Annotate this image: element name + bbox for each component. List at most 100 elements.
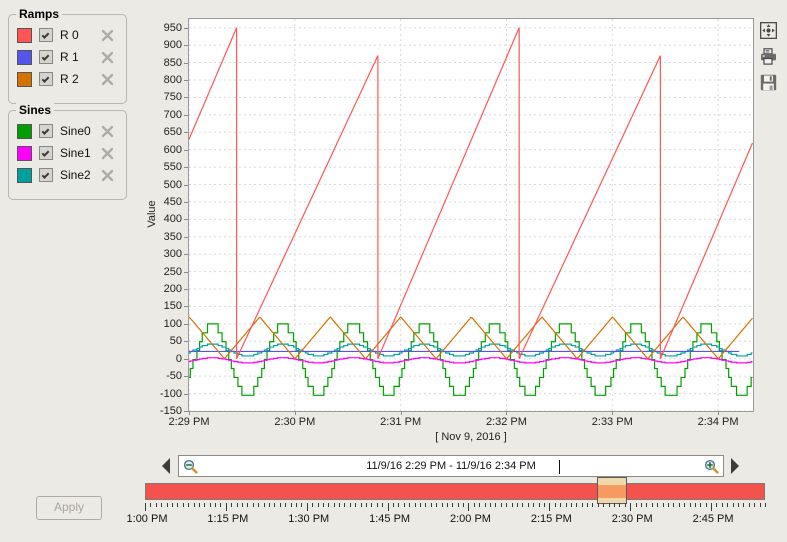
scrubber-minor-tick: [458, 503, 459, 507]
scrubber-minor-tick: [528, 503, 529, 507]
scrubber-minor-tick: [582, 503, 583, 507]
scrubber-minor-tick: [425, 503, 426, 507]
scrubber-minor-tick: [183, 503, 184, 507]
scrubber-minor-tick: [161, 503, 162, 507]
scrubber-minor-tick: [199, 503, 200, 507]
scrubber-minor-tick: [754, 503, 755, 507]
scrubber-minor-tick: [436, 503, 437, 507]
scrubber-minor-tick: [253, 503, 254, 507]
scrubber-minor-tick: [690, 503, 691, 507]
scrubber-minor-tick: [652, 503, 653, 507]
scrubber-tick-label: 2:30 PM: [612, 513, 653, 525]
scrubber-minor-tick: [156, 503, 157, 507]
scrubber-minor-tick: [377, 503, 378, 507]
scrubber-minor-tick: [485, 503, 486, 507]
scrubber-minor-tick: [555, 503, 556, 507]
scrubber-minor-tick: [512, 503, 513, 507]
scrubber-minor-tick: [328, 503, 329, 507]
scrubber-minor-tick: [393, 503, 394, 507]
scrubber-minor-tick: [641, 503, 642, 507]
scrubber-minor-tick: [560, 503, 561, 507]
scrubber-minor-tick: [204, 503, 205, 507]
scrubber-minor-tick: [663, 503, 664, 507]
scrubber-minor-tick: [566, 503, 567, 507]
scrubber-minor-tick: [733, 503, 734, 507]
scrubber-minor-tick: [188, 503, 189, 507]
scrubber-minor-tick: [301, 503, 302, 507]
scrubber-minor-tick: [231, 503, 232, 507]
scrubber-minor-tick: [614, 503, 615, 507]
scrubber-minor-tick: [598, 503, 599, 507]
scrubber-tick-label: 1:30 PM: [288, 513, 329, 525]
scrubber-minor-tick: [350, 503, 351, 507]
time-scrubber[interactable]: 1:00 PM1:15 PM1:30 PM1:45 PM2:00 PM2:15 …: [0, 0, 787, 542]
scrubber-minor-tick: [447, 503, 448, 507]
scrubber-minor-tick: [220, 503, 221, 507]
scrubber-minor-tick: [544, 503, 545, 507]
scrubber-minor-tick: [619, 503, 620, 507]
scrubber-minor-tick: [749, 503, 750, 507]
scrubber-minor-tick: [452, 503, 453, 507]
scrubber-minor-tick: [668, 503, 669, 507]
scrubber-minor-tick: [280, 503, 281, 507]
scrubber-minor-tick: [210, 503, 211, 507]
scrubber-minor-tick: [743, 503, 744, 507]
scrubber-minor-tick: [501, 503, 502, 507]
scrubber-minor-tick: [237, 503, 238, 507]
scrubber-minor-tick: [463, 503, 464, 507]
scrubber-minor-tick: [700, 503, 701, 507]
scrubber-minor-tick: [506, 503, 507, 507]
scrubber-minor-tick: [242, 503, 243, 507]
scrubber-minor-tick: [679, 503, 680, 507]
scrubber-minor-tick: [609, 503, 610, 507]
scrubber-minor-tick: [442, 503, 443, 507]
scrubber-minor-tick: [215, 503, 216, 507]
scrubber-minor-tick: [312, 503, 313, 507]
scrubber-minor-tick: [684, 503, 685, 507]
scrubber-minor-tick: [587, 503, 588, 507]
scrubber-minor-tick: [479, 503, 480, 507]
scrubber-minor-tick: [673, 503, 674, 507]
scrubber-minor-tick: [371, 503, 372, 507]
scrubber-minor-tick: [194, 503, 195, 507]
scrubber-minor-tick: [517, 503, 518, 507]
scrubber-minor-tick: [571, 503, 572, 507]
scrubber-minor-tick: [318, 503, 319, 507]
scrubber-minor-tick: [625, 503, 626, 507]
scrubber-tick-label: 2:15 PM: [531, 513, 572, 525]
scrubber-minor-tick: [576, 503, 577, 507]
scrubber-minor-tick: [167, 503, 168, 507]
scrubber-minor-tick: [382, 503, 383, 507]
scrubber-minor-tick: [495, 503, 496, 507]
scrubber-tick-label: 1:15 PM: [207, 513, 248, 525]
scrubber-minor-tick: [177, 503, 178, 507]
scrubber-minor-tick: [296, 503, 297, 507]
scrubber-major-tick: [468, 503, 469, 511]
scrubber-minor-tick: [646, 503, 647, 507]
scrubber-minor-tick: [727, 503, 728, 507]
scrubber-minor-tick: [150, 503, 151, 507]
scrubber-minor-tick: [355, 503, 356, 507]
scrubber-minor-tick: [409, 503, 410, 507]
scrubber-major-tick: [226, 503, 227, 511]
scrubber-minor-tick: [404, 503, 405, 507]
scrubber-minor-tick: [695, 503, 696, 507]
scrubber-major-tick: [630, 503, 631, 511]
scrubber-minor-tick: [474, 503, 475, 507]
scrubber-minor-tick: [344, 503, 345, 507]
scrubber-minor-tick: [636, 503, 637, 507]
scrubber-minor-tick: [291, 503, 292, 507]
scrubber-minor-tick: [366, 503, 367, 507]
scrubber-minor-tick: [431, 503, 432, 507]
scrubber-minor-tick: [285, 503, 286, 507]
scrubber-minor-tick: [603, 503, 604, 507]
scrubber-minor-tick: [738, 503, 739, 507]
scrubber-minor-tick: [760, 503, 761, 507]
scrubber-minor-tick: [247, 503, 248, 507]
scrubber-minor-tick: [258, 503, 259, 507]
scrubber-tick-label: 1:00 PM: [127, 513, 168, 525]
scrubber-major-tick: [388, 503, 389, 511]
scrubber-tick-label: 2:00 PM: [450, 513, 491, 525]
scrubber-minor-tick: [334, 503, 335, 507]
scrubber-minor-tick: [274, 503, 275, 507]
